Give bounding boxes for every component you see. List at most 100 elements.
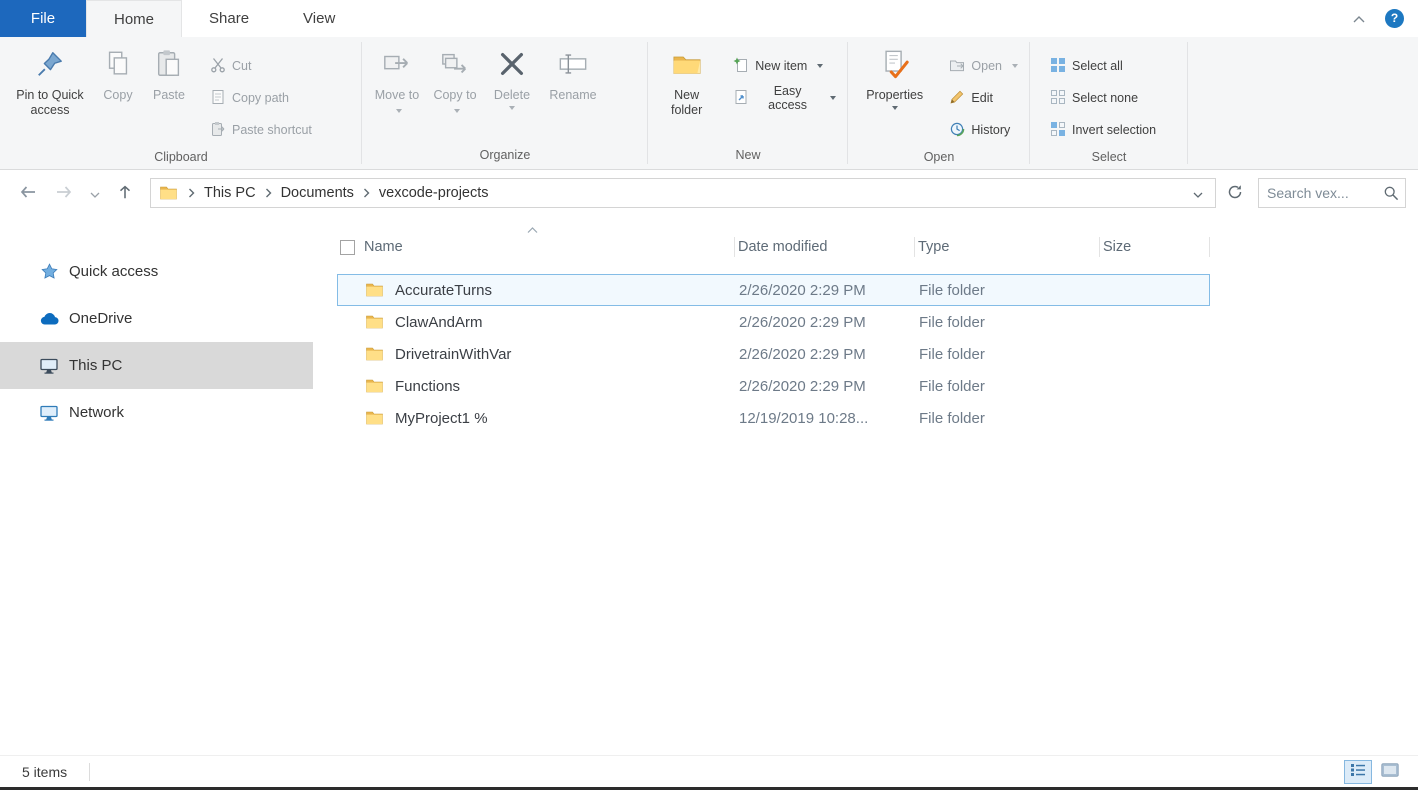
folder-icon	[362, 347, 392, 361]
open-button[interactable]: Open	[943, 51, 1024, 81]
address-dropdown-button[interactable]	[1187, 182, 1209, 205]
view-toggle-buttons	[1344, 760, 1404, 784]
edit-button[interactable]: Edit	[943, 83, 999, 113]
status-divider	[89, 763, 90, 781]
easy-access-button[interactable]: Easy access	[727, 83, 842, 113]
sidebar-item-label: Quick access	[69, 263, 158, 280]
rename-label: Rename	[549, 88, 596, 102]
collapse-ribbon-icon	[1353, 11, 1365, 26]
clipboard-small-buttons: Cut Copy path Paste shortcut	[204, 51, 318, 147]
easy-access-icon	[733, 89, 749, 108]
column-header-type[interactable]: Type	[915, 230, 1100, 264]
search-icon[interactable]	[1383, 185, 1399, 201]
forward-icon	[54, 182, 74, 205]
file-row-clawandarm[interactable]: ClawAndArm 2/26/2020 2:29 PM File folder	[337, 306, 1210, 338]
refresh-button[interactable]	[1220, 180, 1250, 207]
sidebar-item-onedrive[interactable]: OneDrive	[0, 295, 317, 342]
file-row-accurateturns[interactable]: AccurateTurns 2/26/2020 2:29 PM File fol…	[337, 274, 1210, 306]
select-all-button[interactable]: Select all	[1044, 51, 1129, 81]
pin-to-quick-access-button[interactable]: Pin to Quick access	[6, 37, 94, 118]
search-input[interactable]	[1267, 185, 1383, 201]
address-bar[interactable]: This PC Documents vexcode-projects	[150, 178, 1216, 208]
ribbon-group-organize: Move to Copy to Delete Rename Organize	[362, 37, 648, 169]
back-button[interactable]	[10, 178, 46, 209]
ribbon-tab-bar: File Home Share View ?	[0, 0, 1418, 37]
file-type: File folder	[916, 378, 1101, 395]
select-group-caption: Select	[1030, 147, 1188, 169]
column-header-row: Name Date modified Type Size	[337, 230, 1418, 264]
new-item-label: New item	[755, 59, 807, 73]
new-item-button[interactable]: New item	[727, 51, 829, 81]
thumbnail-view-button[interactable]	[1376, 760, 1404, 784]
history-button[interactable]: History	[943, 115, 1016, 145]
tabbar-right-controls: ?	[1349, 0, 1418, 37]
breadcrumb-chevron-icon[interactable]	[260, 188, 277, 198]
copy-icon	[103, 49, 133, 83]
copy-path-button[interactable]: Copy path	[204, 83, 295, 113]
tab-share[interactable]: Share	[182, 0, 276, 37]
paste-button[interactable]: Paste	[142, 37, 196, 103]
pin-icon	[35, 49, 65, 83]
new-folder-button[interactable]: New folder	[654, 37, 719, 118]
breadcrumb-documents[interactable]: Documents	[277, 185, 358, 201]
dropdown-caret	[892, 106, 898, 110]
tab-view[interactable]: View	[276, 0, 362, 37]
refresh-icon	[1227, 188, 1243, 203]
new-group-caption: New	[648, 145, 848, 169]
open-icon	[949, 57, 965, 76]
open-label: Open	[971, 59, 1002, 73]
sidebar-item-this-pc[interactable]: This PC	[0, 342, 313, 389]
delete-button[interactable]: Delete	[484, 37, 540, 110]
breadcrumb-chevron-icon[interactable]	[183, 188, 200, 198]
select-all-checkbox[interactable]	[337, 240, 361, 255]
tab-file[interactable]: File	[0, 0, 86, 37]
invert-selection-icon	[1050, 121, 1066, 140]
invert-selection-button[interactable]: Invert selection	[1044, 115, 1162, 145]
file-row-drivetrainwithvar[interactable]: DrivetrainWithVar 2/26/2020 2:29 PM File…	[337, 338, 1210, 370]
address-bar-row: This PC Documents vexcode-projects	[0, 170, 1418, 216]
file-type: File folder	[916, 314, 1101, 331]
sidebar-item-network[interactable]: Network	[0, 389, 317, 436]
status-bar: 5 items	[0, 755, 1418, 787]
sidebar-item-quick-access[interactable]: Quick access	[0, 248, 317, 295]
dropdown-caret	[454, 109, 460, 113]
new-folder-label: New folder	[671, 88, 702, 117]
help-button[interactable]: ?	[1385, 9, 1404, 28]
move-to-icon	[382, 49, 412, 83]
file-row-myproject1[interactable]: MyProject1 % 12/19/2019 10:28... File fo…	[337, 402, 1210, 434]
easy-access-label: Easy access	[755, 84, 820, 112]
copy-path-label: Copy path	[232, 91, 289, 105]
column-header-date-modified[interactable]: Date modified	[735, 230, 915, 264]
select-none-button[interactable]: Select none	[1044, 83, 1144, 113]
column-header-size[interactable]: Size	[1100, 230, 1210, 264]
copy-to-button[interactable]: Copy to	[426, 37, 484, 118]
paste-shortcut-button[interactable]: Paste shortcut	[204, 115, 318, 145]
properties-button[interactable]: Properties	[854, 37, 935, 110]
forward-button[interactable]	[46, 178, 82, 209]
paste-shortcut-icon	[210, 121, 226, 140]
column-header-name[interactable]: Name	[361, 230, 735, 264]
folder-icon	[362, 411, 392, 425]
dropdown-caret	[396, 109, 402, 113]
cut-label: Cut	[232, 59, 251, 73]
breadcrumb-this-pc[interactable]: This PC	[200, 185, 260, 201]
file-name: ClawAndArm	[392, 314, 736, 331]
cut-button[interactable]: Cut	[204, 51, 257, 81]
this-pc-monitor-icon	[39, 358, 59, 374]
move-to-button[interactable]: Move to	[368, 37, 426, 118]
details-view-button[interactable]	[1344, 760, 1372, 784]
breadcrumb-vexcode-projects[interactable]: vexcode-projects	[375, 185, 493, 201]
tab-home[interactable]: Home	[86, 0, 182, 37]
file-date-modified: 2/26/2020 2:29 PM	[736, 282, 916, 299]
recent-locations-button[interactable]	[82, 182, 108, 205]
up-button[interactable]	[108, 179, 142, 208]
copy-button[interactable]: Copy	[94, 37, 142, 103]
breadcrumb-chevron-icon[interactable]	[358, 188, 375, 198]
file-type: File folder	[916, 346, 1101, 363]
file-row-functions[interactable]: Functions 2/26/2020 2:29 PM File folder	[337, 370, 1210, 402]
collapse-ribbon-button[interactable]	[1349, 7, 1369, 30]
history-label: History	[971, 123, 1010, 137]
rename-button[interactable]: Rename	[540, 37, 606, 103]
navigation-pane: Quick access OneDrive This PC Network	[0, 216, 317, 755]
select-none-icon	[1050, 89, 1066, 108]
